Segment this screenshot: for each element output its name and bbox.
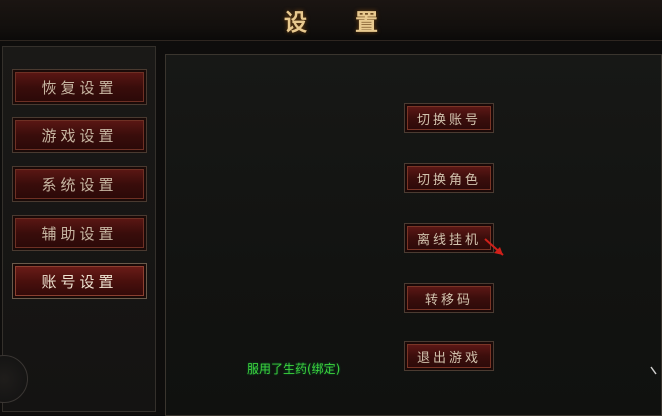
tab-restore-settings[interactable]: 恢复设置 — [13, 70, 146, 104]
exit-game-button[interactable]: 退出游戏 — [405, 342, 493, 370]
status-message: 服用了生药(绑定) — [247, 362, 341, 376]
title-bar: 设 置 — [0, 0, 662, 41]
switch-character-button[interactable]: 切换角色 — [405, 164, 493, 192]
window-title: 设 置 — [283, 9, 398, 36]
switch-account-button[interactable]: 切换账号 — [405, 104, 493, 132]
corner-marker-icon — [650, 366, 657, 375]
tab-account-settings[interactable]: 账号设置 — [13, 264, 146, 298]
transfer-code-button[interactable]: 转移码 — [405, 284, 493, 312]
tab-game-settings[interactable]: 游戏设置 — [13, 118, 146, 152]
offline-afk-button[interactable]: 离线挂机 — [405, 224, 493, 252]
pointer-arrow-icon — [484, 238, 504, 256]
tab-assist-settings[interactable]: 辅助设置 — [13, 216, 146, 250]
tab-system-settings[interactable]: 系统设置 — [13, 167, 146, 201]
